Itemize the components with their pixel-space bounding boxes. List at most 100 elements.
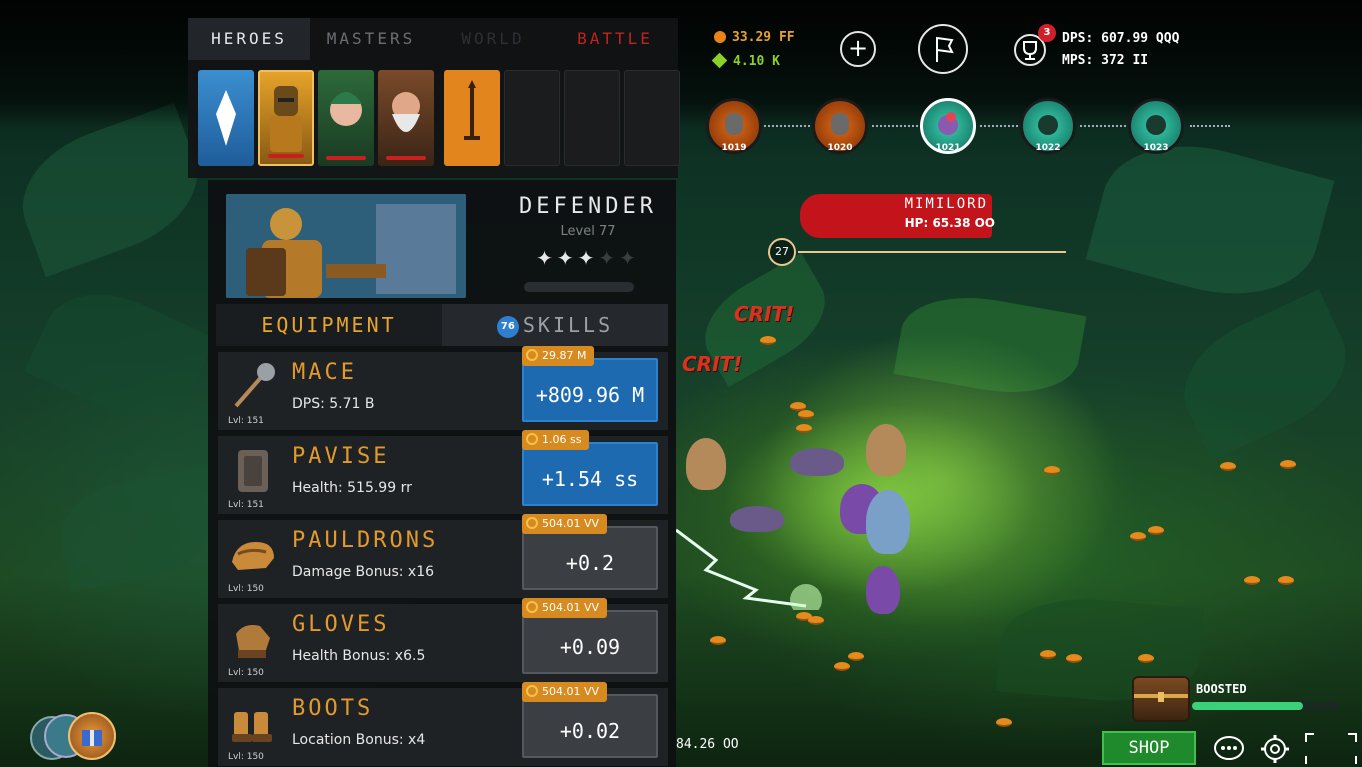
item-name: PAULDRONS [292, 528, 439, 553]
onion-warrior [686, 438, 726, 490]
stage-connector [1190, 125, 1230, 128]
skills-label: SKILLS [522, 313, 614, 337]
gold-coin-drop [1280, 460, 1296, 469]
item-name: MACE [292, 360, 357, 385]
gold-coin-drop [996, 718, 1012, 727]
upgrade-button[interactable]: +0.2 [522, 526, 658, 590]
gold-coin-drop [1044, 466, 1060, 475]
shop-button[interactable]: SHOP [1102, 731, 1196, 765]
boss-timer-line [798, 251, 1066, 253]
boost-progress-fill [1192, 702, 1303, 710]
onion-warrior [866, 424, 906, 476]
tab-battle[interactable]: BATTLE [554, 18, 676, 60]
equipment-row-pavise: Lvl: 151 PAVISE Health: 515.99 rr +1.54 … [218, 430, 668, 514]
stage-connector [980, 125, 1018, 128]
boots-icon [226, 696, 280, 750]
stage-node-1021[interactable]: 1021 [920, 98, 976, 154]
item-stat: Health: 515.99 rr [292, 480, 412, 496]
upgrade-button[interactable]: +809.96 M [522, 358, 658, 422]
hero-slot-defender[interactable] [258, 70, 314, 166]
gold-coin-drop [808, 616, 824, 625]
item-level: Lvl: 150 [228, 584, 264, 594]
stage-number: 1020 [827, 143, 853, 153]
tab-world[interactable]: WORLD [432, 18, 554, 60]
stage-number: 1021 [935, 143, 961, 153]
boss-timer: 27 [768, 238, 796, 266]
partial-counter: 84.26 OO [676, 737, 739, 752]
tab-masters[interactable]: MASTERS [310, 18, 432, 60]
gold-coin-drop [1148, 526, 1164, 535]
settings-button[interactable] [1258, 732, 1292, 766]
gift-icon [82, 730, 102, 746]
item-name: GLOVES [292, 612, 390, 637]
dps-readout: DPS: 607.99 QQQ [1062, 31, 1180, 46]
purple-imp [730, 506, 784, 532]
coin-icon [526, 685, 538, 697]
stage-number: 1022 [1035, 143, 1061, 153]
stage-node-1020[interactable]: 1020 [812, 98, 868, 154]
defender-portrait-image [226, 194, 466, 298]
cost-tag: 504.01 VV [522, 598, 608, 618]
trophy-badge: 3 [1038, 24, 1056, 42]
hero-slot-dwarf[interactable] [378, 70, 434, 166]
add-currency-button[interactable]: + [840, 31, 876, 67]
gold-coin-drop [1278, 576, 1294, 585]
star-icon: ✦ [577, 246, 599, 270]
hero-portrait [226, 194, 466, 298]
upgrade-button[interactable]: +1.54 ss [522, 442, 658, 506]
item-name: PAVISE [292, 444, 390, 469]
stage-node-1023[interactable]: 1023 [1128, 98, 1184, 154]
coin-icon [526, 433, 538, 445]
upgrade-button[interactable]: +0.09 [522, 610, 658, 674]
stage-node-1022[interactable]: 1022 [1020, 98, 1076, 154]
mimilord-boss [866, 490, 910, 554]
cost-value: 1.06 ss [542, 433, 582, 446]
item-stat: Location Bonus: x4 [292, 732, 426, 748]
hero-slot-ranger[interactable] [318, 70, 374, 166]
tab-heroes[interactable]: HEROES [188, 18, 310, 60]
hero-stars: ✦✦✦✦✦ [508, 246, 668, 270]
hero-name: DEFENDER [519, 194, 657, 219]
boss-name: MIMILORD [904, 196, 988, 212]
boost-progress-bar [1192, 702, 1340, 710]
chat-bubble-icon [1214, 736, 1244, 760]
trophy-icon [1023, 41, 1037, 60]
tab-equipment[interactable]: EQUIPMENT [216, 304, 442, 346]
upgrade-button[interactable]: +0.02 [522, 694, 658, 758]
cost-value: 504.01 VV [542, 685, 600, 698]
hero-slot-sword[interactable] [444, 70, 500, 166]
gold-value: 33.29 FF [732, 30, 795, 45]
mace-icon [226, 360, 280, 414]
gold-coin-drop [848, 652, 864, 661]
gem-icon [711, 52, 728, 69]
gold-coin-drop [790, 402, 806, 411]
gem-value: 4.10 K [733, 54, 780, 69]
gold-coin-drop [834, 662, 850, 671]
gem-counter: 4.10 K [711, 52, 780, 69]
hero-slot-crystal[interactable] [198, 70, 254, 166]
gold-coin-drop [1040, 650, 1056, 659]
coin-icon [526, 517, 538, 529]
treasure-chest-icon[interactable] [1132, 676, 1190, 722]
coin-icon [526, 601, 538, 613]
tab-skills[interactable]: 76 SKILLS [442, 304, 668, 346]
stage-number: 1023 [1143, 143, 1169, 153]
chat-button[interactable] [1212, 734, 1246, 764]
coin-icon [526, 349, 538, 361]
gold-coin-drop [1220, 462, 1236, 471]
lightning-effect [676, 528, 822, 610]
item-stat: DPS: 5.71 B [292, 396, 375, 412]
hero-slot-locked-2 [564, 70, 620, 166]
stage-node-1019[interactable]: 1019 [706, 98, 762, 154]
item-level: Lvl: 150 [228, 668, 264, 678]
fullscreen-icon [1305, 733, 1357, 764]
flag-icon [936, 36, 954, 62]
flag-button[interactable] [918, 24, 968, 74]
fullscreen-button[interactable] [1302, 730, 1360, 766]
plus-icon: + [847, 34, 869, 62]
cost-tag: 504.01 VV [522, 682, 608, 702]
star-icon: ✦ [536, 246, 557, 270]
gift-button[interactable] [68, 712, 116, 760]
mps-readout: MPS: 372 II [1062, 53, 1149, 68]
item-stat: Damage Bonus: x16 [292, 564, 435, 580]
